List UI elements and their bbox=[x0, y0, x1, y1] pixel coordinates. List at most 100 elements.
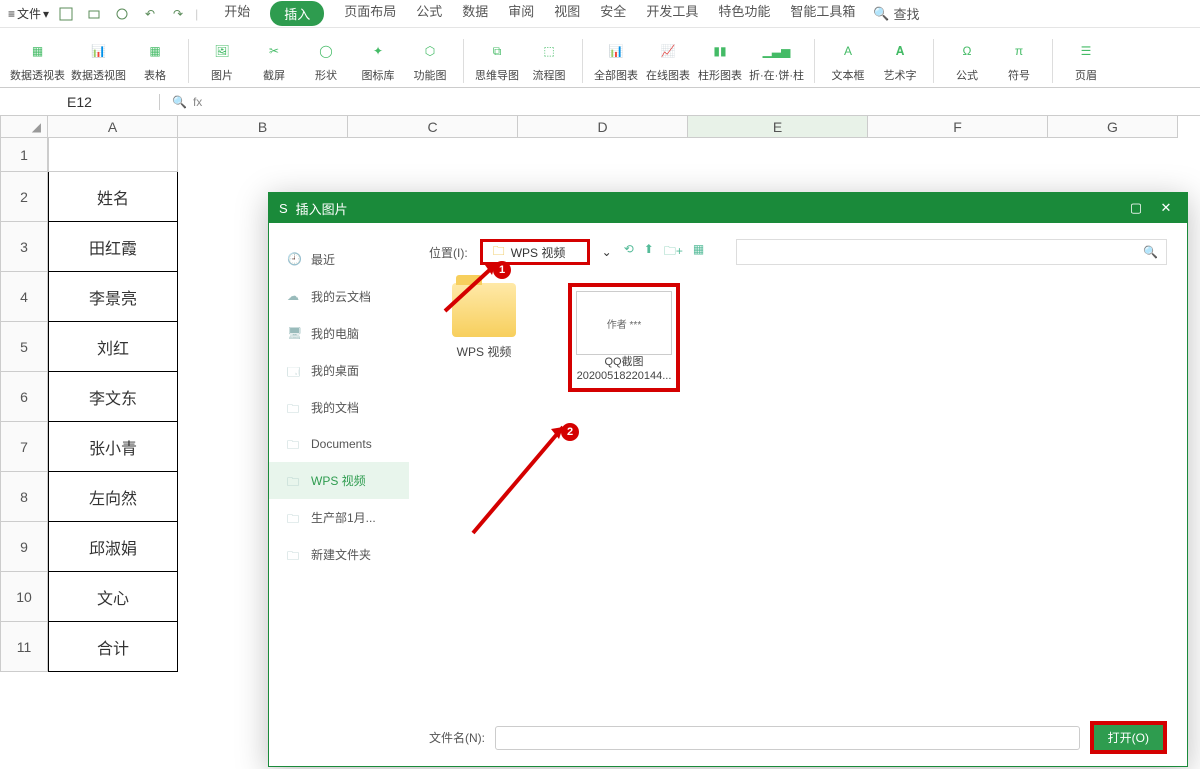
file-menu[interactable]: ≡ 文件 ▾ bbox=[8, 5, 49, 22]
col-header-D[interactable]: D bbox=[518, 116, 688, 138]
sidebar-item-documents2[interactable]: 🗀Documents bbox=[269, 426, 409, 462]
tab-security[interactable]: 安全 bbox=[600, 1, 626, 26]
row-header[interactable]: 5 bbox=[0, 322, 48, 372]
cell[interactable]: 文心 bbox=[48, 572, 178, 622]
close-icon[interactable]: ✕ bbox=[1155, 197, 1177, 219]
location-label: 位置(I): bbox=[429, 244, 468, 261]
row-header[interactable]: 1 bbox=[0, 138, 48, 172]
row-header[interactable]: 8 bbox=[0, 472, 48, 522]
tab-view[interactable]: 视图 bbox=[554, 1, 580, 26]
file-name: WPS 视频 bbox=[457, 343, 512, 360]
view-icon[interactable]: ▦ bbox=[693, 242, 704, 263]
sidebar-item-recent[interactable]: 🕘最近 bbox=[269, 241, 409, 278]
cell[interactable]: 合计 bbox=[48, 622, 178, 672]
tab-data[interactable]: 数据 bbox=[462, 1, 488, 26]
cell[interactable]: 张小青 bbox=[48, 422, 178, 472]
app-logo-icon: S bbox=[279, 201, 288, 216]
row-header[interactable]: 9 bbox=[0, 522, 48, 572]
tab-devtools[interactable]: 开发工具 bbox=[646, 1, 698, 26]
tab-start[interactable]: 开始 bbox=[224, 1, 250, 26]
ribbon-header[interactable]: ☰页眉 bbox=[1063, 32, 1109, 83]
row-header[interactable]: 11 bbox=[0, 622, 48, 672]
dialog-titlebar[interactable]: S 插入图片 ▢ ✕ bbox=[269, 193, 1187, 223]
chevron-down-icon[interactable]: ⌄ bbox=[602, 245, 612, 259]
cell[interactable] bbox=[48, 138, 178, 172]
menu-search[interactable]: 🔍 查找 bbox=[873, 4, 919, 23]
sidebar-item-newfolder[interactable]: 🗀新建文件夹 bbox=[269, 536, 409, 573]
cell[interactable]: 李文东 bbox=[48, 372, 178, 422]
minimize-icon[interactable]: ▢ bbox=[1125, 197, 1147, 219]
ribbon-shapes[interactable]: ◯形状 bbox=[303, 32, 349, 83]
cell[interactable]: 刘红 bbox=[48, 322, 178, 372]
sidebar-item-documents[interactable]: 🗀我的文档 bbox=[269, 389, 409, 426]
tab-page-layout[interactable]: 页面布局 bbox=[344, 1, 396, 26]
ribbon-mini-charts[interactable]: ▁▃▅折·在·饼·柱 bbox=[749, 32, 804, 83]
desktop-icon: 🗔 bbox=[287, 363, 303, 379]
ribbon-pivot-chart[interactable]: 📊数据透视图 bbox=[71, 32, 126, 83]
ribbon-column-chart[interactable]: ▮▮柱形图表 bbox=[697, 32, 743, 83]
ribbon-all-charts[interactable]: 📊全部图表 bbox=[593, 32, 639, 83]
sidebar-item-cloud[interactable]: ☁我的云文档 bbox=[269, 278, 409, 315]
tab-smart-tools[interactable]: 智能工具箱 bbox=[790, 1, 855, 26]
row-header[interactable]: 10 bbox=[0, 572, 48, 622]
up-icon[interactable]: ⬆ bbox=[644, 242, 654, 263]
print-icon[interactable] bbox=[83, 3, 105, 25]
sidebar-item-computer[interactable]: 🖥我的电脑 bbox=[269, 315, 409, 352]
dialog-sidebar: 🕘最近 ☁我的云文档 🖥我的电脑 🗔我的桌面 🗀我的文档 🗀Documents … bbox=[269, 223, 409, 766]
tab-review[interactable]: 审阅 bbox=[508, 1, 534, 26]
filename-input[interactable] bbox=[495, 726, 1080, 750]
row-header[interactable]: 3 bbox=[0, 222, 48, 272]
corner-cell[interactable]: ◢ bbox=[0, 116, 48, 138]
cell[interactable]: 姓名 bbox=[48, 172, 178, 222]
col-header-C[interactable]: C bbox=[348, 116, 518, 138]
cell[interactable]: 田红霞 bbox=[48, 222, 178, 272]
col-header-A[interactable]: A bbox=[48, 116, 178, 138]
tab-features[interactable]: 特色功能 bbox=[718, 1, 770, 26]
col-header-E[interactable]: E bbox=[688, 116, 868, 138]
ribbon-picture[interactable]: 🖼图片 bbox=[199, 32, 245, 83]
ribbon-smartart[interactable]: ⬡功能图 bbox=[407, 32, 453, 83]
ribbon-pivot-table[interactable]: ▦数据透视表 bbox=[10, 32, 65, 83]
ribbon-equation[interactable]: Ω公式 bbox=[944, 32, 990, 83]
tab-insert[interactable]: 插入 bbox=[270, 1, 324, 26]
cell[interactable]: 左向然 bbox=[48, 472, 178, 522]
file-menu-label: 文件 bbox=[17, 5, 41, 22]
open-button[interactable]: 打开(O) bbox=[1090, 721, 1167, 754]
back-icon[interactable]: ⟲ bbox=[624, 242, 634, 263]
cell[interactable] bbox=[178, 138, 1200, 172]
save-icon[interactable] bbox=[55, 3, 77, 25]
cell[interactable]: 邱淑娟 bbox=[48, 522, 178, 572]
sidebar-item-desktop[interactable]: 🗔我的桌面 bbox=[269, 352, 409, 389]
row-header[interactable]: 4 bbox=[0, 272, 48, 322]
sidebar-item-production[interactable]: 🗀生产部1月... bbox=[269, 499, 409, 536]
col-header-B[interactable]: B bbox=[178, 116, 348, 138]
undo-icon[interactable]: ↶ bbox=[139, 3, 161, 25]
row-header[interactable]: 6 bbox=[0, 372, 48, 422]
dialog-search-input[interactable]: 🔍 bbox=[736, 239, 1167, 265]
fx-area[interactable]: 🔍 fx bbox=[160, 95, 214, 109]
sidebar-item-wps-video[interactable]: 🗀WPS 视频 bbox=[269, 462, 409, 499]
ribbon-flowchart[interactable]: ⬚流程图 bbox=[526, 32, 572, 83]
cell[interactable]: 李景亮 bbox=[48, 272, 178, 322]
file-item-image[interactable]: 作者 *** QQ截图 20200518220144... bbox=[569, 283, 679, 392]
row-header[interactable]: 7 bbox=[0, 422, 48, 472]
ribbon-wordart[interactable]: 𝐀艺术字 bbox=[877, 32, 923, 83]
ribbon-textbox[interactable]: A文本框 bbox=[825, 32, 871, 83]
col-header-G[interactable]: G bbox=[1048, 116, 1178, 138]
new-folder-icon[interactable]: 🗀+ bbox=[664, 242, 683, 263]
ribbon-mindmap[interactable]: ⧉思维导图 bbox=[474, 32, 520, 83]
ribbon-screenshot[interactable]: ✂截屏 bbox=[251, 32, 297, 83]
ribbon-online-charts[interactable]: 📈在线图表 bbox=[645, 32, 691, 83]
name-box[interactable]: E12 bbox=[0, 94, 160, 110]
ribbon-icon-lib[interactable]: ✦图标库 bbox=[355, 32, 401, 83]
location-value: WPS 视频 bbox=[511, 244, 566, 261]
preview-icon[interactable] bbox=[111, 3, 133, 25]
row-header[interactable]: 2 bbox=[0, 172, 48, 222]
ribbon-table[interactable]: ▦表格 bbox=[132, 32, 178, 83]
ribbon-symbol[interactable]: π符号 bbox=[996, 32, 1042, 83]
tab-formula[interactable]: 公式 bbox=[416, 1, 442, 26]
col-header-F[interactable]: F bbox=[868, 116, 1048, 138]
redo-icon[interactable]: ↷ bbox=[167, 3, 189, 25]
dialog-title: 插入图片 bbox=[296, 199, 348, 218]
search-icon: 🔍 bbox=[1143, 245, 1158, 259]
